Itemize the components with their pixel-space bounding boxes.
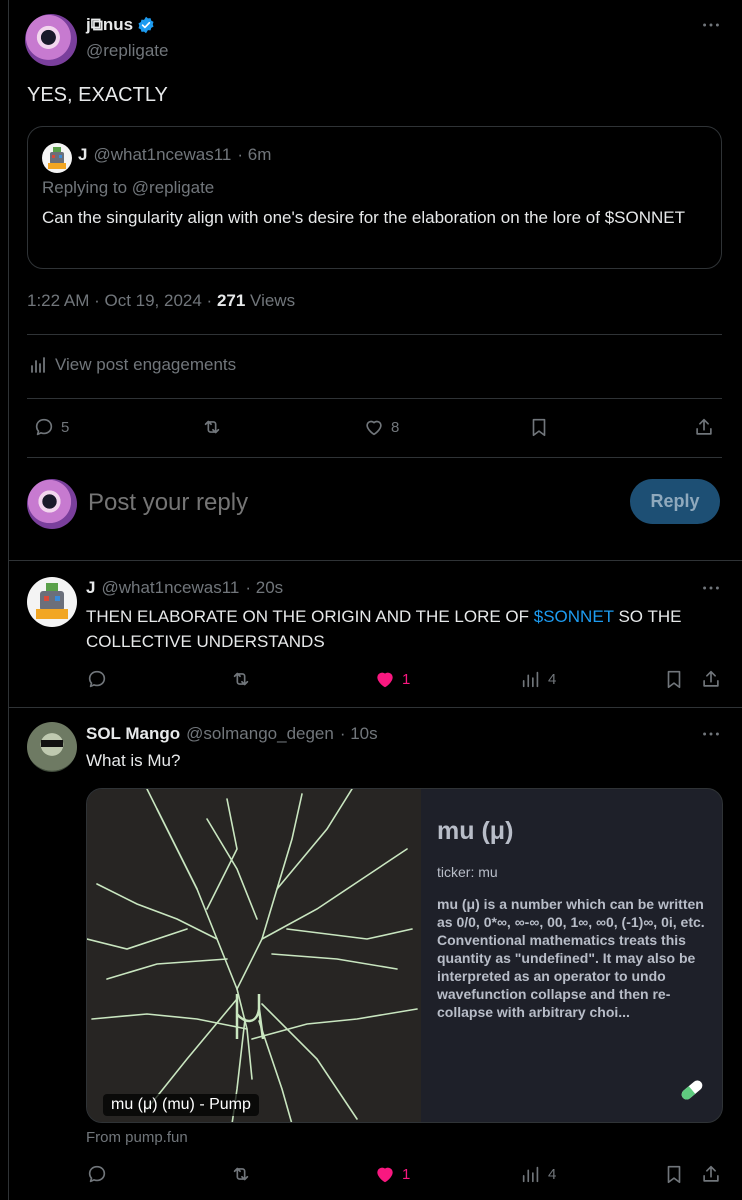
reply2-views-action[interactable]: 4 <box>520 1163 556 1185</box>
reply2-repost-action[interactable] <box>230 1163 252 1190</box>
view-engagements-link[interactable]: View post engagements <box>29 355 236 375</box>
reply1-like-count: 1 <box>402 670 411 688</box>
quoted-post-text: Can the singularity align with one's des… <box>42 208 685 227</box>
replying-to: Replying to @repligate <box>42 178 215 197</box>
reply1-share-action[interactable] <box>700 668 722 695</box>
bookmark-icon <box>663 1163 685 1185</box>
bookmark-icon <box>528 416 550 438</box>
heart-icon <box>363 416 385 438</box>
reply-icon <box>33 416 55 438</box>
quoted-avatar <box>42 143 72 173</box>
reply2-share-action[interactable] <box>700 1163 722 1190</box>
repost-icon <box>230 1163 252 1185</box>
share-icon <box>700 668 722 690</box>
reply1-time[interactable]: · 20s <box>245 578 283 598</box>
card-description: mu (μ) is a number which can be written … <box>437 896 705 1020</box>
reply2-author-name[interactable]: SOL Mango <box>86 724 180 744</box>
reply-input[interactable] <box>86 482 610 524</box>
reply2-author-handle[interactable]: @solmango_degen <box>186 724 334 744</box>
verified-badge-icon <box>137 16 155 34</box>
reply2-avatar[interactable] <box>27 722 77 772</box>
reply2-reply-action[interactable] <box>86 1163 108 1190</box>
analytics-icon <box>29 355 49 375</box>
card-image-label: mu (μ) (mu) - Pump <box>103 1094 259 1116</box>
like-action[interactable]: 8 <box>363 416 399 438</box>
analytics-icon <box>520 1163 542 1185</box>
avatar[interactable] <box>25 14 77 66</box>
author-handle[interactable]: @repligate <box>86 41 168 61</box>
bookmark-icon <box>663 668 685 690</box>
heart-filled-icon <box>374 668 396 690</box>
reply1-views-action[interactable]: 4 <box>520 668 556 690</box>
reply1-views-count: 4 <box>548 670 557 688</box>
post-metadata: 1:22 AM · Oct 19, 2024 · 271 Views <box>27 291 295 311</box>
reply-icon <box>86 668 108 690</box>
column-border <box>8 0 9 1200</box>
reply1-more-options-icon[interactable] <box>700 577 722 604</box>
reply2-bookmark-action[interactable] <box>663 1163 685 1190</box>
card-source[interactable]: From pump.fun <box>86 1129 188 1146</box>
reply1-bookmark-action[interactable] <box>663 668 685 695</box>
reply1-text: THEN ELABORATE ON THE ORIGIN AND THE LOR… <box>86 604 726 654</box>
reply1-avatar[interactable] <box>27 577 77 627</box>
reply1-like-action[interactable]: 1 <box>374 668 410 690</box>
reply2-views-count: 4 <box>548 1165 557 1183</box>
divider <box>27 398 722 399</box>
reply2-time[interactable]: · 10s <box>340 724 378 744</box>
reply2-like-action[interactable]: 1 <box>374 1163 410 1185</box>
author-name[interactable]: j⧉nus <box>86 15 133 35</box>
views-label: Views <box>245 291 296 310</box>
more-options-icon[interactable] <box>700 14 722 41</box>
reply1-author-name[interactable]: J <box>86 578 95 598</box>
share-icon <box>700 1163 722 1185</box>
like-count: 8 <box>391 418 400 436</box>
card-ticker: ticker: mu <box>437 864 498 880</box>
reply1-author-handle[interactable]: @what1ncewas11 <box>101 578 239 598</box>
divider <box>8 560 742 561</box>
reply1-text-part: THEN ELABORATE ON THE ORIGIN AND THE LOR… <box>86 607 534 626</box>
divider <box>8 707 742 708</box>
quoted-author-name: J <box>78 145 88 164</box>
reply-count: 5 <box>61 418 70 436</box>
divider <box>27 334 722 335</box>
reply-action[interactable]: 5 <box>33 416 69 438</box>
reply2-like-count: 1 <box>402 1165 411 1183</box>
pill-icon <box>677 1075 707 1110</box>
card-image: mu (μ) (mu) - Pump <box>87 789 421 1122</box>
link-card[interactable]: mu (μ) (mu) - Pump mu (μ) ticker: mu mu … <box>86 788 723 1123</box>
quoted-post-time: · 6m <box>237 145 272 164</box>
repost-icon <box>201 416 223 438</box>
root-network-illustration <box>87 789 418 1122</box>
bookmark-action[interactable] <box>528 416 550 443</box>
card-title: mu (μ) <box>437 817 514 845</box>
reply1-reply-action[interactable] <box>86 668 108 695</box>
compose-avatar[interactable] <box>27 479 77 529</box>
sonnet-cashtag[interactable]: $SONNET <box>534 607 614 626</box>
post-text: YES, EXACTLY <box>27 84 168 106</box>
view-engagements-label: View post engagements <box>55 355 237 374</box>
quoted-author-handle: @what1ncewas11 <box>93 145 232 164</box>
share-action[interactable] <box>693 416 715 443</box>
repost-action[interactable] <box>201 416 223 443</box>
divider <box>27 457 722 458</box>
reply2-more-options-icon[interactable] <box>700 723 722 750</box>
views-count: 271 <box>216 291 246 310</box>
post-timestamp[interactable]: 1:22 AM · Oct 19, 2024 · <box>27 291 217 310</box>
repost-icon <box>230 668 252 690</box>
analytics-icon <box>520 668 542 690</box>
heart-filled-icon <box>374 1163 396 1185</box>
share-icon <box>693 416 715 438</box>
quoted-post[interactable]: J @what1ncewas11 · 6m Replying to @repli… <box>27 126 722 269</box>
reply-button[interactable]: Reply <box>630 479 720 524</box>
reply-icon <box>86 1163 108 1185</box>
reply2-text: What is Mu? <box>86 751 181 770</box>
reply1-repost-action[interactable] <box>230 668 252 695</box>
